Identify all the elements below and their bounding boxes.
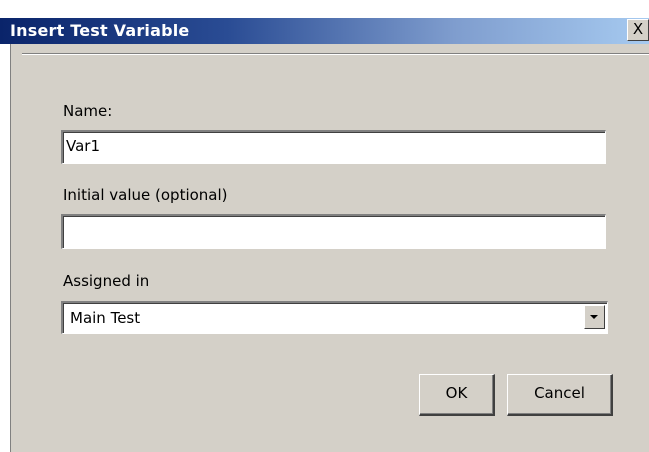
- name-label: Name:: [63, 102, 113, 120]
- title-bar[interactable]: Insert Test Variable X: [0, 18, 649, 44]
- assigned-in-value: Main Test: [70, 309, 141, 327]
- divider: [22, 53, 649, 55]
- dialog-title: Insert Test Variable: [10, 21, 190, 40]
- dropdown-button[interactable]: [584, 305, 605, 329]
- assigned-in-select[interactable]: Main Test: [61, 301, 608, 334]
- cancel-button[interactable]: Cancel: [507, 374, 613, 416]
- chevron-down-icon: [590, 315, 598, 319]
- initial-value-input[interactable]: [61, 214, 606, 249]
- assigned-in-label: Assigned in: [63, 272, 150, 290]
- name-input[interactable]: Var1: [61, 130, 606, 164]
- close-icon: X: [632, 20, 644, 38]
- dialog-window: Insert Test Variable X Name: Var1 Initia…: [0, 0, 649, 452]
- ok-button[interactable]: OK: [419, 374, 495, 416]
- initial-value-label: Initial value (optional): [63, 186, 228, 204]
- close-button[interactable]: X: [627, 19, 649, 41]
